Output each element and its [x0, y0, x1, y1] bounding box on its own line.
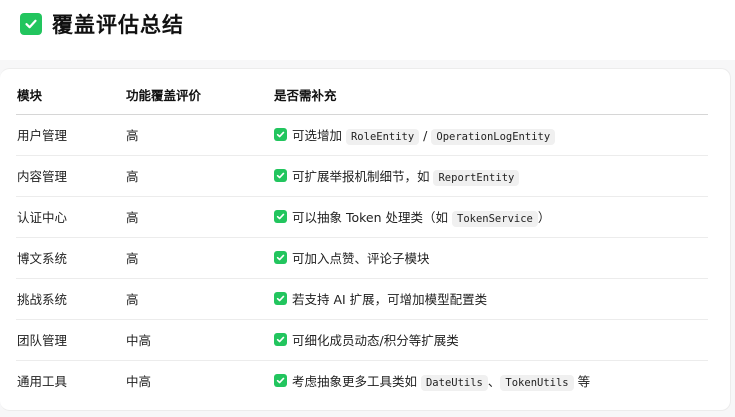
page-title: 覆盖评估总结: [52, 13, 184, 37]
supplement-text: 等: [573, 374, 591, 390]
cell-module: 认证中心: [16, 196, 126, 238]
cell-supplement: 可选增加 RoleEntity / OperationLogEntity: [274, 114, 708, 156]
inline-code: TokenUtils: [500, 375, 574, 392]
table-row: 团队管理 中高 可细化成员动态/积分等扩展类: [16, 319, 708, 361]
check-box-icon: [274, 210, 287, 223]
supplement-text: 可细化成员动态/积分等扩展类: [292, 333, 459, 348]
cell-rating: 高: [126, 155, 274, 197]
table-row: 认证中心高可以抽象 Token 处理类（如 TokenService）: [16, 196, 708, 238]
supplement-text: 可扩展举报机制细节，如: [292, 169, 434, 184]
supplement-text: 可加入点赞、评论子模块: [292, 251, 430, 266]
table-row: 博文系统高 可加入点赞、评论子模块: [16, 237, 708, 279]
cell-module: 团队管理: [16, 319, 126, 361]
cell-supplement: 若支持 AI 扩展，可增加模型配置类: [274, 278, 708, 320]
supplement-text: 、: [487, 374, 501, 390]
cell-supplement: 可细化成员动态/积分等扩展类: [274, 319, 708, 361]
cell-module: 内容管理: [16, 155, 126, 197]
inline-code: DateUtils: [420, 375, 488, 392]
inline-code: RoleEntity: [345, 129, 420, 145]
table-header-row: 模块 功能覆盖评价 是否需补充: [16, 75, 708, 115]
cell-module: 博文系统: [16, 237, 126, 279]
table-row: 挑战系统高 若支持 AI 扩展，可增加模型配置类: [16, 278, 708, 320]
supplement-text: 若支持 AI 扩展，可增加模型配置类: [292, 292, 488, 307]
check-box-icon: [274, 169, 287, 182]
cell-module: 通用工具: [17, 374, 68, 390]
cell-supplement: 考虑抽象更多工具类如 DateUtils、 TokenUtils 等: [274, 360, 708, 401]
cell-rating: 中高: [126, 374, 152, 390]
supplement-text: 可以抽象 Token 处理类（如: [292, 210, 452, 225]
cell-supplement: 可扩展举报机制细节，如 ReportEntity: [274, 155, 708, 197]
cell-supplement: 可加入点赞、评论子模块: [274, 237, 708, 279]
inline-code: OperationLogEntity: [431, 129, 556, 145]
coverage-table-card: 模块 功能覆盖评价 是否需补充 用户管理高可选增加 RoleEntity / O…: [0, 68, 731, 411]
check-box-icon: [274, 333, 287, 346]
check-box-icon: [274, 292, 287, 305]
inline-code: ReportEntity: [433, 170, 520, 186]
check-box-icon: [274, 251, 287, 264]
column-header-module: 模块: [16, 75, 126, 115]
table-row: 内容管理高可扩展举报机制细节，如 ReportEntity: [16, 155, 708, 197]
inline-code: TokenService: [452, 211, 538, 227]
cell-rating: 高: [126, 196, 274, 238]
check-box-icon: [20, 13, 42, 35]
table-row: 通用工具 中高 考虑抽象更多工具类如 DateUtils、 TokenUtils 等: [16, 360, 708, 401]
supplement-text: ）: [537, 210, 551, 225]
cell-rating: 高: [126, 114, 274, 156]
coverage-table: 模块 功能覆盖评价 是否需补充 用户管理高可选增加 RoleEntity / O…: [16, 75, 708, 401]
cell-rating: 高: [126, 237, 274, 279]
column-header-supplement: 是否需补充: [274, 75, 708, 115]
table-row: 用户管理高可选增加 RoleEntity / OperationLogEntit…: [16, 114, 708, 156]
cell-module: 挑战系统: [16, 278, 126, 320]
check-box-icon: [274, 374, 287, 388]
cell-module: 用户管理: [16, 114, 126, 156]
cell-rating: 中高: [126, 319, 274, 361]
supplement-text: 考虑抽象更多工具类如: [292, 374, 421, 390]
page: 覆盖评估总结 模块 功能覆盖评价 是否需补充 用户管理高可选增加 RoleEnt…: [0, 0, 735, 417]
cell-supplement: 可以抽象 Token 处理类（如 TokenService）: [274, 196, 708, 238]
supplement-text: 可选增加: [292, 128, 346, 143]
check-box-icon: [274, 128, 287, 141]
header: 覆盖评估总结: [0, 0, 735, 60]
column-header-rating: 功能覆盖评价: [126, 75, 274, 115]
cell-rating: 高: [126, 278, 274, 320]
section-heading: 覆盖评估总结: [20, 9, 184, 39]
supplement-text: /: [419, 128, 432, 143]
